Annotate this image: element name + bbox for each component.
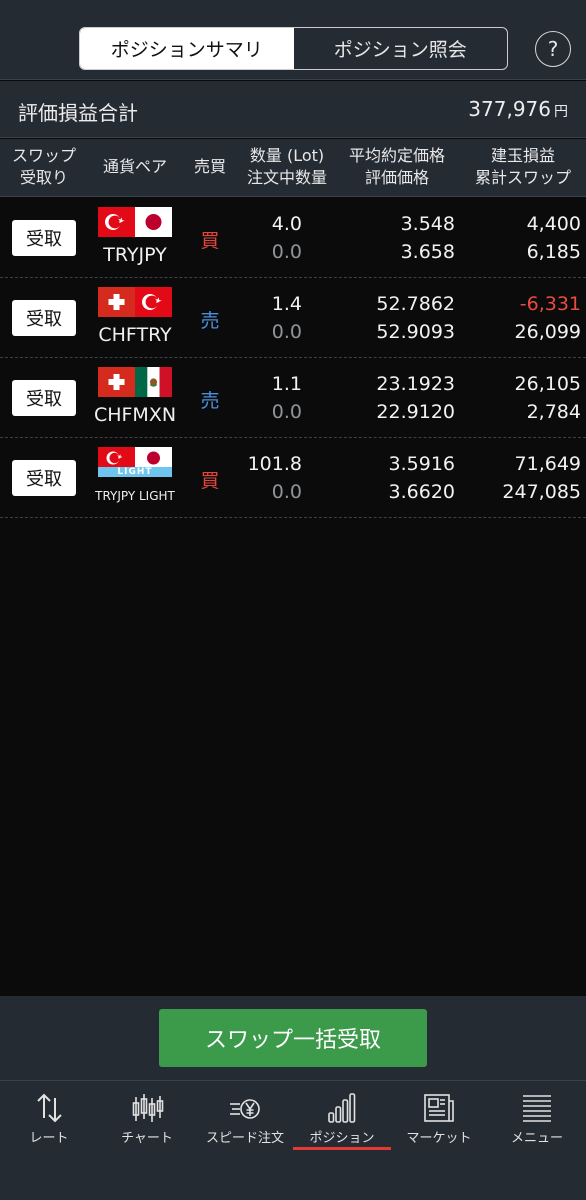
quantity: 1.4 — [271, 293, 302, 315]
quantity: 101.8 — [247, 453, 302, 475]
summary-value: 377,976 円 — [468, 97, 568, 121]
active-tab-indicator — [293, 1147, 391, 1150]
turkey-flag-icon — [135, 287, 172, 317]
pair-name: TRYJPY — [103, 244, 167, 266]
nav-label: スピード注文 — [205, 1131, 284, 1146]
nav-label: チャート — [121, 1131, 173, 1146]
pair-name: CHFTRY — [98, 324, 172, 346]
quantity: 4.0 — [271, 213, 302, 235]
top-bar: ポジションサマリ ポジション照会 ? — [0, 0, 586, 80]
menu-list-icon — [523, 1095, 551, 1122]
table-header: スワップ 受取り 通貨ペア 売買 数量 (Lot) 注文中数量 平均約定価格 評… — [0, 139, 586, 197]
quantity: 1.1 — [271, 373, 302, 395]
accumulated-swap: 26,099 — [514, 321, 581, 343]
receive-swap-button[interactable]: 受取 — [12, 220, 76, 256]
table-row[interactable]: 受取 TRYJPY 買 4.0 0.0 3.548 3.658 4,400 6,… — [0, 198, 586, 278]
position-pl: 4,400 — [526, 213, 581, 235]
switzerland-flag-icon — [98, 367, 135, 397]
header-quantity-line2: 注文中数量 — [246, 168, 327, 187]
side-label: 売 — [200, 310, 220, 332]
tab-position-summary[interactable]: ポジションサマリ — [80, 28, 294, 69]
pending-quantity: 0.0 — [271, 241, 302, 263]
nav-item-market[interactable]: マーケット — [390, 1091, 488, 1153]
header-pair: 通貨ペア — [102, 157, 167, 176]
newspaper-icon — [424, 1094, 454, 1122]
bar-chart-icon — [328, 1093, 356, 1123]
position-pl: -6,331 — [519, 293, 581, 315]
yen-speed-icon — [230, 1099, 260, 1119]
mexico-flag-icon — [135, 367, 172, 397]
header-pl-line2: 累計スワップ — [474, 168, 571, 187]
eval-price: 3.6620 — [388, 481, 455, 503]
nav-label: メニュー — [510, 1131, 563, 1146]
side-label: 売 — [200, 390, 220, 412]
header-pl-line1: 建玉損益 — [490, 146, 555, 165]
nav-item-speed-order[interactable]: スピード注文 — [196, 1091, 294, 1153]
pair-flag-icon — [98, 367, 172, 397]
avg-price: 3.5916 — [388, 453, 455, 475]
pair-name: TRYJPY LIGHT — [95, 489, 175, 503]
light-badge: LIGHT — [117, 467, 153, 477]
eval-price: 3.658 — [400, 241, 455, 263]
pair-flag-icon — [98, 207, 172, 237]
pair-flag-icon — [98, 287, 172, 317]
table-row[interactable]: 受取 CHFTRY 売 1.4 0.0 52.7862 52.9093 -6,3… — [0, 278, 586, 358]
side-label: 買 — [200, 230, 220, 252]
avg-price: 23.1923 — [376, 373, 455, 395]
summary-amount: 377,976 — [468, 97, 551, 121]
pair-name: CHFMXN — [93, 404, 177, 426]
header-quantity-line1: 数量 (Lot) — [249, 146, 325, 165]
position-pl: 26,105 — [514, 373, 581, 395]
pair-flag-icon: LIGHT — [98, 447, 172, 477]
header-swap-receive-line2: 受取り — [19, 168, 68, 187]
summary-label: 評価損益合計 — [18, 101, 138, 125]
receive-swap-button[interactable]: 受取 — [12, 460, 76, 496]
nav-item-rate[interactable]: レート — [0, 1091, 98, 1153]
position-segmented-control: ポジションサマリ ポジション照会 — [79, 27, 508, 70]
header-pl: 建玉損益 累計スワップ — [462, 145, 584, 189]
nav-item-chart[interactable]: チャート — [98, 1091, 196, 1153]
position-pl: 71,649 — [514, 453, 581, 475]
header-price: 平均約定価格 評価価格 — [338, 145, 456, 189]
avg-price: 3.548 — [400, 213, 455, 235]
avg-price: 52.7862 — [376, 293, 455, 315]
summary-unit: 円 — [554, 104, 568, 120]
nav-item-menu[interactable]: メニュー — [488, 1091, 586, 1153]
tab-position-inquiry[interactable]: ポジション照会 — [294, 28, 508, 69]
nav-label: レート — [29, 1131, 69, 1146]
accumulated-swap: 247,085 — [502, 481, 581, 503]
pending-quantity: 0.0 — [271, 481, 302, 503]
accumulated-swap: 2,784 — [526, 401, 581, 423]
accumulated-swap: 6,185 — [526, 241, 581, 263]
receive-swap-button[interactable]: 受取 — [12, 380, 76, 416]
pl-summary-bar: 評価損益合計 377,976 円 — [0, 81, 586, 138]
receive-swap-button[interactable]: 受取 — [12, 300, 76, 336]
help-icon[interactable]: ? — [535, 31, 571, 67]
switzerland-flag-icon — [98, 287, 135, 317]
pending-quantity: 0.0 — [271, 321, 302, 343]
nav-label: ポジション — [309, 1131, 375, 1146]
nav-item-position[interactable]: ポジション — [293, 1091, 391, 1153]
turkey-flag-icon — [98, 207, 135, 237]
bottom-tab-bar: レート チャート スピード注文 ポジション マーケット メニュー — [0, 1080, 586, 1200]
japan-flag-icon — [135, 207, 172, 237]
candlestick-icon — [132, 1094, 164, 1122]
header-price-line1: 平均約定価格 — [348, 146, 445, 165]
eval-price: 52.9093 — [376, 321, 455, 343]
header-swap-receive-line1: スワップ — [11, 146, 76, 165]
rate-arrows-icon — [37, 1093, 62, 1123]
side-label: 買 — [200, 470, 220, 492]
pending-quantity: 0.0 — [271, 401, 302, 423]
eval-price: 22.9120 — [376, 401, 455, 423]
bulk-action-area: スワップ一括受取 — [0, 996, 586, 1080]
header-side: 売買 — [193, 157, 226, 176]
table-row[interactable]: 受取 LIGHT TRYJPY LIGHT 買 101.8 0.0 3.5916… — [0, 438, 586, 518]
header-quantity: 数量 (Lot) 注文中数量 — [236, 145, 338, 189]
nav-label: マーケット — [406, 1131, 472, 1146]
table-row[interactable]: 受取 CHFMXN 売 1.1 0.0 23.1923 22.9120 26,1… — [0, 358, 586, 438]
bulk-swap-receive-button[interactable]: スワップ一括受取 — [159, 1009, 427, 1067]
header-price-line2: 評価価格 — [364, 168, 429, 187]
header-swap-receive: スワップ 受取り — [4, 145, 84, 189]
